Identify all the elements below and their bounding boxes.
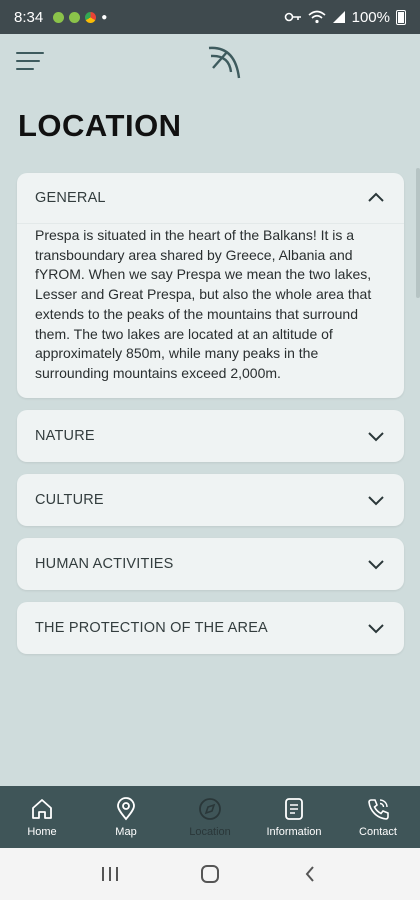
accordion-header-nature[interactable]: NATURE bbox=[17, 410, 404, 462]
nav-item-location[interactable]: Location bbox=[168, 786, 252, 848]
compass-icon bbox=[199, 798, 221, 820]
accordion-item-protection: THE PROTECTION OF THE AREA bbox=[17, 601, 404, 654]
recent-apps-icon bbox=[102, 867, 118, 881]
accordion-title: CULTURE bbox=[35, 491, 104, 508]
chevron-down-icon bbox=[368, 559, 384, 570]
accordion-item-culture: CULTURE bbox=[17, 473, 404, 526]
accordion-header-culture[interactable]: CULTURE bbox=[17, 474, 404, 526]
back-button[interactable] bbox=[296, 860, 324, 888]
accordion-header-general[interactable]: GENERAL bbox=[17, 173, 404, 223]
nav-label: Contact bbox=[359, 826, 397, 838]
nav-item-information[interactable]: Information bbox=[252, 786, 336, 848]
nav-label: Home bbox=[27, 826, 57, 838]
phone-icon bbox=[368, 799, 389, 820]
app-notification-icon bbox=[53, 11, 65, 23]
battery-percent: 100% bbox=[351, 8, 390, 26]
accordion-title: HUMAN ACTIVITIES bbox=[35, 555, 174, 572]
accordion-title: THE PROTECTION OF THE AREA bbox=[35, 619, 268, 636]
accordion-title: NATURE bbox=[35, 427, 95, 444]
home-circle-icon bbox=[201, 865, 219, 883]
status-time: 8:34 bbox=[14, 8, 44, 26]
accordion-title: GENERAL bbox=[35, 190, 106, 206]
accordion-item-nature: NATURE bbox=[17, 409, 404, 462]
key-icon bbox=[284, 12, 301, 22]
chevron-down-icon bbox=[368, 623, 384, 634]
status-right: 100% bbox=[284, 9, 406, 26]
home-icon bbox=[32, 799, 52, 819]
nav-label: Map bbox=[115, 826, 137, 838]
battery-icon bbox=[396, 9, 406, 25]
page-title: LOCATION bbox=[18, 108, 182, 143]
app-notification-icon bbox=[69, 11, 81, 23]
recent-apps-button[interactable] bbox=[96, 860, 124, 888]
chevron-down-icon bbox=[368, 495, 384, 506]
nav-item-contact[interactable]: Contact bbox=[336, 786, 420, 848]
signal-icon bbox=[332, 11, 345, 23]
accordion-header-human-activities[interactable]: HUMAN ACTIVITIES bbox=[17, 538, 404, 590]
accordion: GENERAL Prespa is situated in the heart … bbox=[17, 173, 404, 666]
bottom-navigation: Home Map Location Information Contact bbox=[0, 786, 420, 848]
chevron-up-icon bbox=[368, 192, 384, 202]
accordion-item-general: GENERAL Prespa is situated in the heart … bbox=[17, 173, 404, 398]
status-app-icons: ● bbox=[53, 11, 108, 23]
document-icon bbox=[285, 798, 303, 820]
system-navigation-bar bbox=[0, 848, 420, 900]
nav-item-home[interactable]: Home bbox=[0, 786, 84, 848]
accordion-body-general: Prespa is situated in the heart of the B… bbox=[17, 223, 404, 398]
accordion-item-human-activities: HUMAN ACTIVITIES bbox=[17, 537, 404, 590]
nav-item-map[interactable]: Map bbox=[84, 786, 168, 848]
nav-label: Location bbox=[189, 826, 231, 838]
nav-label: Information bbox=[266, 826, 322, 838]
chrome-icon bbox=[85, 11, 97, 23]
hamburger-menu-button[interactable] bbox=[16, 52, 46, 72]
home-system-button[interactable] bbox=[196, 860, 224, 888]
status-bar: 8:34 ● 100% bbox=[0, 0, 420, 34]
app-header bbox=[0, 34, 420, 90]
wifi-icon bbox=[308, 10, 326, 24]
arch-logo-icon bbox=[208, 46, 241, 79]
back-chevron-icon bbox=[305, 866, 314, 882]
chevron-down-icon bbox=[368, 431, 384, 442]
dot-icon: ● bbox=[101, 11, 108, 23]
scrollbar[interactable] bbox=[416, 168, 420, 298]
map-pin-icon bbox=[117, 797, 135, 821]
accordion-header-protection[interactable]: THE PROTECTION OF THE AREA bbox=[17, 602, 404, 654]
